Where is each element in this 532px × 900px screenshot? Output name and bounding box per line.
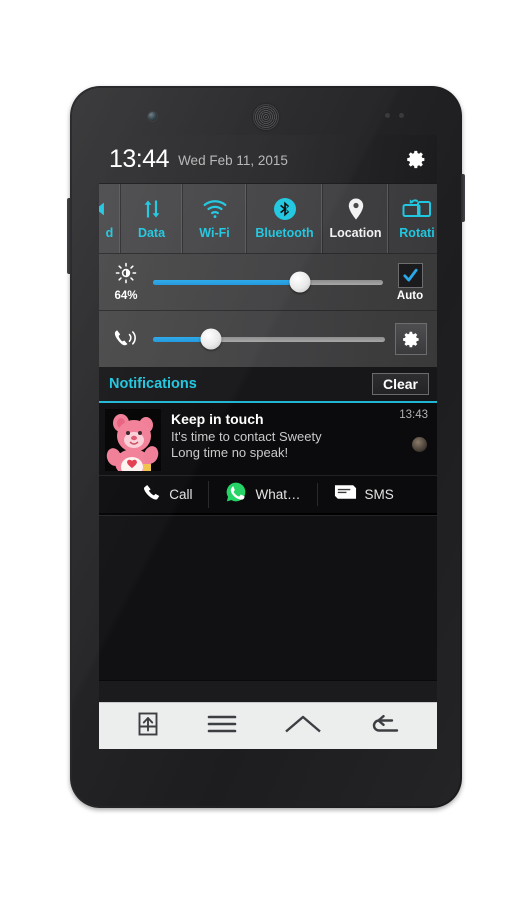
location-pin-icon — [346, 197, 366, 221]
date-label: Wed Feb 11, 2015 — [178, 153, 288, 169]
toggle-sound-label: d — [105, 226, 114, 240]
notification-shade-empty-area — [99, 516, 437, 680]
notifications-title: Notifications — [109, 376, 197, 392]
notification-item[interactable]: Keep in touch It's time to contact Sweet… — [99, 403, 437, 516]
contact-photo — [412, 437, 427, 452]
volume-settings-gear-icon[interactable] — [395, 323, 427, 355]
brightness-thumb[interactable] — [289, 271, 311, 293]
notification-action-sms[interactable]: SMS — [316, 483, 410, 506]
brightness-indicator: 64% — [109, 262, 143, 302]
phone-icon — [142, 483, 161, 507]
notification-action-call-label: Call — [169, 487, 193, 502]
brightness-row: 64% Auto — [99, 253, 437, 310]
notification-line-2: Long time no speak! — [171, 445, 289, 461]
earpiece-speaker-icon — [253, 104, 279, 130]
shade-drag-handle[interactable] — [99, 680, 437, 702]
quick-settings-toggles: d Data Wi-Fi Bluetooth Location Rotati — [99, 183, 437, 253]
auto-brightness-checkbox[interactable] — [397, 262, 423, 288]
toggle-bluetooth[interactable]: Bluetooth — [247, 184, 323, 253]
ringer-volume-icon — [109, 327, 143, 351]
toggle-sound[interactable]: d — [99, 184, 121, 253]
toggle-location[interactable]: Location — [323, 184, 389, 253]
phone-screen: 13:44 Wed Feb 11, 2015 d Data Wi-Fi Blue… — [99, 135, 437, 749]
notifications-header: Notifications Clear — [99, 367, 437, 403]
sms-message-icon — [334, 483, 357, 506]
status-bar: 13:44 Wed Feb 11, 2015 — [99, 135, 437, 183]
brightness-percent: 64% — [114, 290, 138, 302]
clock: 13:44 — [109, 144, 170, 173]
notification-action-call[interactable]: Call — [126, 483, 208, 507]
brightness-sun-icon — [115, 262, 137, 289]
toggle-wifi[interactable]: Wi-Fi — [183, 184, 247, 253]
home-icon[interactable] — [284, 713, 322, 740]
auto-brightness-control[interactable]: Auto — [393, 262, 427, 302]
toggle-location-label: Location — [329, 226, 382, 240]
notification-time: 13:43 — [399, 409, 428, 421]
screenshot-canvas: 13:44 Wed Feb 11, 2015 d Data Wi-Fi Blue… — [0, 0, 532, 900]
care-bear-avatar — [105, 409, 161, 471]
navigation-bar — [99, 702, 437, 749]
back-icon[interactable] — [368, 713, 400, 740]
proximity-sensor-icon — [385, 113, 404, 118]
auto-brightness-label: Auto — [396, 289, 424, 302]
bluetooth-icon — [273, 197, 297, 221]
sound-icon — [99, 197, 114, 221]
brightness-fill — [153, 279, 301, 285]
notification-line-1: It's time to contact Sweety — [171, 428, 322, 444]
wifi-icon — [202, 197, 228, 221]
volume-rocker-button[interactable] — [67, 198, 71, 274]
toggle-data[interactable]: Data — [121, 184, 183, 253]
checkmark-icon — [402, 268, 418, 282]
notification-action-whatsapp-label: What… — [255, 487, 301, 502]
volume-row — [99, 310, 437, 367]
menu-icon[interactable] — [206, 713, 238, 740]
volume-slider[interactable] — [153, 328, 385, 350]
phone-device: 13:44 Wed Feb 11, 2015 d Data Wi-Fi Blue… — [67, 86, 465, 808]
toggle-data-label: Data — [137, 226, 166, 240]
rotation-icon — [402, 197, 432, 221]
phone-bezel: 13:44 Wed Feb 11, 2015 d Data Wi-Fi Blue… — [72, 88, 460, 806]
whatsapp-icon — [225, 481, 247, 508]
toggle-wifi-label: Wi-Fi — [199, 226, 230, 240]
volume-thumb[interactable] — [200, 328, 222, 350]
notification-actions: Call What… SMS — [99, 475, 437, 513]
notification-action-whatsapp[interactable]: What… — [208, 481, 316, 508]
front-camera-icon — [148, 112, 157, 121]
toggle-bluetooth-label: Bluetooth — [255, 226, 314, 240]
notification-title: Keep in touch — [171, 411, 264, 427]
notification-action-sms-label: SMS — [364, 487, 394, 502]
toggle-rotation[interactable]: Rotati — [389, 184, 437, 253]
brightness-slider[interactable] — [153, 271, 383, 293]
share-icon[interactable] — [136, 711, 160, 742]
toggle-rotation-label: Rotati — [399, 226, 435, 240]
data-icon — [140, 197, 164, 221]
power-button[interactable] — [461, 174, 465, 222]
clear-notifications-button[interactable]: Clear — [371, 373, 429, 395]
gear-icon[interactable] — [406, 149, 427, 170]
